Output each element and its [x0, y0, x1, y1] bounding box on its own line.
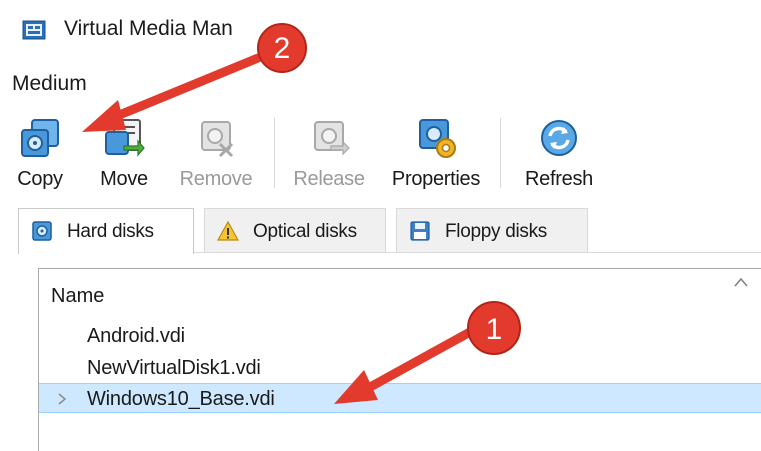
floppy-disk-icon — [410, 221, 430, 241]
table-row[interactable]: Android.vdi — [39, 321, 761, 351]
refresh-icon — [541, 120, 577, 156]
copy-button[interactable]: Copy — [10, 116, 70, 202]
title-bar: Virtual Media Man — [0, 0, 761, 60]
table-row[interactable]: NewVirtualDisk1.vdi — [39, 353, 761, 383]
remove-disk-icon — [201, 121, 234, 158]
refresh-label: Refresh — [525, 168, 593, 190]
hard-disk-icon — [32, 221, 52, 241]
tab-hard-disks[interactable]: Hard disks — [18, 208, 194, 254]
virtualbox-media-icon — [22, 20, 46, 40]
tab-label: Floppy disks — [445, 221, 547, 242]
properties-button[interactable]: Properties — [384, 116, 488, 202]
release-disk-icon — [314, 121, 350, 156]
menu-medium[interactable]: Medium — [12, 72, 87, 96]
move-button[interactable]: Move — [84, 116, 164, 202]
media-list: Name Android.vdi NewVirtualDisk1.vdi Win… — [38, 268, 761, 451]
release-button[interactable]: Release — [286, 116, 372, 202]
disk-name: NewVirtualDisk1.vdi — [87, 357, 261, 379]
copy-label: Copy — [17, 168, 63, 190]
tab-label: Optical disks — [253, 221, 357, 242]
toolbar: Copy Move Remove Release Properties Refr… — [0, 106, 761, 204]
refresh-button[interactable]: Refresh — [514, 116, 604, 202]
disk-name: Windows10_Base.vdi — [87, 388, 275, 410]
warning-icon — [217, 220, 239, 241]
toolbar-separator — [500, 118, 501, 188]
move-label: Move — [100, 168, 148, 190]
media-tabs: Hard disks Optical disks Floppy disks — [18, 208, 761, 254]
copy-disk-icon — [21, 119, 59, 157]
toolbar-separator — [274, 118, 275, 188]
chevron-up-icon[interactable] — [734, 277, 748, 287]
table-row-selected[interactable]: Windows10_Base.vdi — [39, 383, 761, 413]
chevron-right-icon[interactable] — [57, 392, 67, 406]
disk-name: Android.vdi — [87, 325, 185, 347]
release-label: Release — [293, 168, 365, 190]
menu-bar: Medium — [0, 60, 761, 106]
tab-label: Hard disks — [67, 221, 154, 242]
tab-floppy-disks[interactable]: Floppy disks — [396, 208, 588, 252]
tab-optical-disks[interactable]: Optical disks — [204, 208, 386, 252]
column-header-name[interactable]: Name — [51, 285, 104, 308]
properties-label: Properties — [391, 168, 481, 190]
remove-label: Remove — [179, 168, 253, 190]
remove-button[interactable]: Remove — [172, 116, 260, 202]
properties-icon — [419, 119, 456, 158]
move-disk-icon — [105, 119, 145, 157]
window-title: Virtual Media Man — [64, 17, 233, 40]
